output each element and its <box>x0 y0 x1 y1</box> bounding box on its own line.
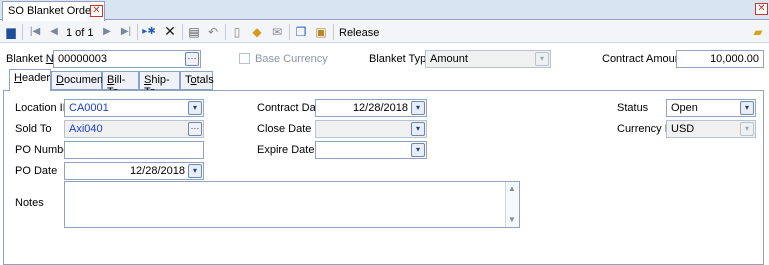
close-tab-icon[interactable]: ✕ <box>90 5 103 17</box>
expire-date-label: Expire Date <box>257 144 315 156</box>
location-id-select[interactable]: CA0001 ▾ <box>64 99 204 117</box>
email-icon[interactable]: ✉ <box>270 25 284 39</box>
toolbar-separator <box>182 24 183 40</box>
blanket-no-field[interactable]: 00000003 ··· <box>53 50 201 68</box>
po-date-field[interactable]: 12/28/2018 ▾ <box>64 162 204 180</box>
location-id-label: Location ID <box>15 102 71 114</box>
paste-icon[interactable]: ▣ <box>314 25 328 39</box>
toolbar-separator <box>333 24 334 40</box>
copy-icon[interactable]: ❐ <box>294 25 308 39</box>
sold-to-field[interactable]: Axi040 ··· <box>64 120 204 138</box>
attach-icon[interactable]: ◆ <box>250 25 264 39</box>
tab-totals[interactable]: Totals <box>180 71 214 90</box>
first-record-icon[interactable]: |◀ <box>28 25 42 39</box>
chevron-down-icon[interactable]: ▾ <box>188 164 202 178</box>
chevron-down-icon[interactable]: ▾ <box>411 122 425 136</box>
scroll-up-icon[interactable]: ▲ <box>508 184 516 193</box>
print-preview-icon[interactable]: ▯ <box>230 25 244 39</box>
previous-record-icon[interactable]: ◀ <box>47 25 61 39</box>
notes-scrollbar[interactable]: ▲ ▼ <box>505 182 519 227</box>
document-tab[interactable]: SO Blanket Orders ✕ <box>2 1 105 21</box>
blanket-no-lookup-icon[interactable]: ··· <box>185 52 199 66</box>
last-record-icon[interactable]: ▶| <box>119 25 133 39</box>
tab-bill-to[interactable]: Bill-To <box>102 71 139 98</box>
release-button[interactable]: Release <box>339 25 379 41</box>
delete-icon[interactable]: ✕ <box>163 24 177 38</box>
chevron-down-icon[interactable]: ▾ <box>740 101 754 115</box>
contract-amount-field[interactable]: 10,000.00 <box>676 50 764 68</box>
base-currency-label: Base Currency <box>255 53 328 65</box>
scroll-down-icon[interactable]: ▼ <box>508 215 516 224</box>
sold-to-label: Sold To <box>15 123 52 135</box>
contract-date-field[interactable]: 12/28/2018 ▾ <box>315 99 427 117</box>
chevron-down-icon[interactable]: ▾ <box>411 101 425 115</box>
status-select[interactable]: Open ▾ <box>666 99 756 117</box>
po-number-field[interactable] <box>64 141 204 159</box>
chevron-down-icon[interactable]: ▾ <box>740 122 754 136</box>
notes-label: Notes <box>15 197 44 209</box>
chevron-down-icon[interactable]: ▾ <box>411 143 425 157</box>
undo-icon[interactable]: ↶ <box>206 25 220 39</box>
next-record-icon[interactable]: ▶ <box>100 25 114 39</box>
blanket-type-label: Blanket Type <box>369 53 433 65</box>
toolbar-separator <box>22 24 23 40</box>
expire-date-field[interactable]: ▾ <box>315 141 427 159</box>
base-currency-checkbox[interactable] <box>239 53 250 64</box>
close-date-field[interactable]: ▾ <box>315 120 427 138</box>
toolbar <box>0 21 769 43</box>
notes-icon[interactable]: ▤ <box>187 25 201 39</box>
po-date-label: PO Date <box>15 165 58 177</box>
save-icon[interactable]: ▆ <box>4 25 18 39</box>
close-window-icon[interactable]: ✕ <box>755 3 768 15</box>
record-navigator[interactable]: 1 of 1 <box>66 25 94 41</box>
blanket-no-label: Blanket No <box>6 53 60 65</box>
status-label: Status <box>617 102 649 114</box>
contract-amount-label: Contract Amount <box>602 53 684 65</box>
chevron-down-icon[interactable]: ▾ <box>535 52 549 66</box>
toolbar-options-icon[interactable]: ▰ <box>751 25 765 39</box>
active-tab-joint <box>10 90 50 92</box>
tab-documents[interactable]: Documents <box>51 71 112 90</box>
document-tab-strip <box>0 0 769 20</box>
tab-ship-to[interactable]: Ship-To <box>139 71 180 98</box>
currency-id-select[interactable]: USD ▾ <box>666 120 756 138</box>
toolbar-separator <box>289 24 290 40</box>
sold-to-lookup-icon[interactable]: ··· <box>188 122 202 136</box>
notes-textarea[interactable]: ▲ ▼ <box>64 181 520 228</box>
new-record-icon[interactable]: ▸✱ <box>142 25 156 39</box>
toolbar-separator <box>225 24 226 40</box>
close-date-label: Close Date <box>257 123 312 135</box>
blanket-type-select[interactable]: Amount ▾ <box>425 50 551 68</box>
document-tab-title: SO Blanket Orders <box>8 5 101 17</box>
chevron-down-icon[interactable]: ▾ <box>188 101 202 115</box>
toolbar-separator <box>137 24 138 40</box>
tab-header[interactable]: Header <box>9 69 51 91</box>
